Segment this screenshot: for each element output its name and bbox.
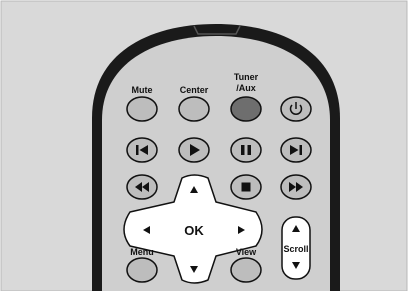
menu-button[interactable] bbox=[126, 257, 158, 283]
view-button[interactable] bbox=[230, 257, 262, 283]
tuner-label-line1: Tuner bbox=[234, 72, 259, 82]
ok-label[interactable]: OK bbox=[184, 223, 204, 238]
bottom-band bbox=[0, 291, 408, 307]
stop-icon bbox=[241, 182, 251, 192]
tuner-label-line2: /Aux bbox=[236, 83, 256, 93]
center-button[interactable] bbox=[178, 96, 210, 122]
remote-svg: Mute Center Tuner /Aux OK Menu View Scro… bbox=[0, 0, 408, 307]
tuner-aux-button[interactable] bbox=[230, 96, 262, 122]
view-label: View bbox=[236, 247, 257, 257]
center-label: Center bbox=[180, 85, 209, 95]
mute-label: Mute bbox=[132, 85, 153, 95]
scroll-label: Scroll bbox=[283, 244, 308, 254]
menu-label: Menu bbox=[130, 247, 154, 257]
remote-control-illustration: Mute Center Tuner /Aux OK Menu View Scro… bbox=[0, 0, 408, 307]
pause-button[interactable] bbox=[230, 137, 262, 163]
mute-button[interactable] bbox=[126, 96, 158, 122]
